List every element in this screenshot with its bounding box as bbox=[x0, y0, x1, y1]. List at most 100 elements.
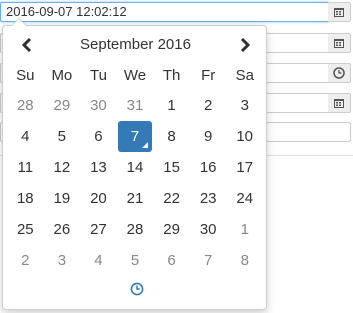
day-number: 23 bbox=[199, 190, 217, 207]
day-number: 28 bbox=[126, 221, 144, 238]
day-number: 18 bbox=[16, 190, 34, 207]
clock-icon bbox=[333, 67, 345, 79]
datetime-input[interactable]: 2016-09-07 12:02:12 bbox=[0, 2, 329, 22]
calendar-day[interactable]: 5 bbox=[44, 121, 81, 152]
calendar-day-other-month[interactable]: 29 bbox=[44, 90, 81, 121]
today-marker bbox=[142, 142, 149, 148]
calendar-week-row: 2 3 4 5 6 7 8 bbox=[7, 245, 263, 276]
day-number: 4 bbox=[94, 252, 103, 269]
calendar-day[interactable]: 21 bbox=[117, 183, 154, 214]
day-number: 29 bbox=[53, 97, 71, 114]
calendar-day[interactable]: 16 bbox=[190, 152, 227, 183]
day-number: 15 bbox=[163, 159, 180, 176]
calendar-day[interactable]: 23 bbox=[190, 183, 227, 214]
weekday-label: Mo bbox=[51, 67, 73, 84]
weekday-header: Su Mo Tu We Th Fr Sa bbox=[7, 64, 263, 88]
calendar-addon-button[interactable] bbox=[328, 2, 351, 22]
day-number: 2 bbox=[21, 252, 30, 269]
day-number: 1 bbox=[167, 97, 176, 114]
calendar-icon bbox=[334, 39, 344, 48]
day-number: 6 bbox=[94, 128, 103, 145]
calendar-day[interactable]: 30 bbox=[190, 214, 227, 245]
calendar-day[interactable]: 3 bbox=[226, 90, 263, 121]
calendar-day[interactable]: 14 bbox=[117, 152, 154, 183]
calendar-day[interactable]: 22 bbox=[153, 183, 190, 214]
calendar-addon-button-2[interactable] bbox=[328, 33, 351, 53]
day-number: 4 bbox=[21, 128, 30, 145]
calendar-day[interactable]: 26 bbox=[44, 214, 81, 245]
calendar-day[interactable]: 24 bbox=[226, 183, 263, 214]
day-number: 26 bbox=[53, 221, 71, 238]
day-number: 17 bbox=[236, 159, 254, 176]
calendar-day-other-month[interactable]: 7 bbox=[190, 245, 227, 276]
day-grid: 28 29 30 31 1 2 3 4 5 6 7 8 9 10 11 12 13 14 15 16 17 18 19 20 2… bbox=[7, 90, 263, 276]
day-number: 3 bbox=[57, 252, 67, 269]
calendar-icon bbox=[334, 99, 344, 108]
calendar-day[interactable]: 15 bbox=[153, 152, 190, 183]
calendar-day-other-month[interactable]: 28 bbox=[7, 90, 44, 121]
day-number: 22 bbox=[163, 190, 180, 207]
calendar-icon bbox=[334, 8, 344, 17]
calendar-day-other-month[interactable]: 4 bbox=[80, 245, 117, 276]
day-number: 13 bbox=[90, 159, 107, 176]
weekday-label: Su bbox=[16, 67, 35, 84]
calendar-day[interactable]: 6 bbox=[80, 121, 117, 152]
day-number: 30 bbox=[90, 97, 107, 114]
day-number: 11 bbox=[17, 159, 34, 176]
calendar-day-other-month[interactable]: 2 bbox=[7, 245, 44, 276]
next-month-button[interactable] bbox=[229, 34, 261, 56]
day-number: 7 bbox=[130, 128, 140, 145]
calendar-day-other-month[interactable]: 6 bbox=[153, 245, 190, 276]
clock-addon-button[interactable] bbox=[328, 63, 351, 83]
day-number: 2 bbox=[204, 97, 213, 114]
calendar-day[interactable]: 2 bbox=[190, 90, 227, 121]
day-number: 28 bbox=[16, 97, 34, 114]
calendar-addon-button-4[interactable] bbox=[328, 93, 351, 113]
calendar-day[interactable]: 8 bbox=[153, 121, 190, 152]
calendar-day[interactable]: 12 bbox=[44, 152, 81, 183]
month-title[interactable]: September 2016 bbox=[63, 34, 208, 56]
calendar-day[interactable]: 9 bbox=[190, 121, 227, 152]
calendar-week-row: 28 29 30 31 1 2 3 bbox=[7, 90, 263, 121]
calendar-day-other-month[interactable]: 1 bbox=[226, 214, 263, 245]
dropdown-arrow-fill bbox=[12, 19, 26, 26]
day-number: 10 bbox=[236, 128, 254, 145]
day-number: 30 bbox=[199, 221, 217, 238]
day-number: 19 bbox=[53, 190, 71, 207]
calendar-day[interactable]: 25 bbox=[7, 214, 44, 245]
calendar-day[interactable]: 18 bbox=[7, 183, 44, 214]
prev-month-button[interactable] bbox=[11, 34, 43, 56]
datetimepicker-dropdown: September 2016 Su Mo Tu We Th Fr Sa 28 29… bbox=[2, 18, 267, 310]
calendar-day[interactable]: 13 bbox=[80, 152, 117, 183]
day-number: 8 bbox=[167, 128, 176, 145]
calendar-day-selected[interactable]: 7 bbox=[117, 121, 153, 152]
day-number: 14 bbox=[126, 159, 144, 176]
calendar-day[interactable]: 19 bbox=[44, 183, 81, 214]
calendar-day[interactable]: 28 bbox=[117, 214, 154, 245]
calendar-day-other-month[interactable]: 3 bbox=[44, 245, 81, 276]
calendar-week-row: 25 26 27 28 29 30 1 bbox=[7, 214, 263, 245]
day-number: 31 bbox=[126, 97, 144, 114]
calendar-day-other-month[interactable]: 30 bbox=[80, 90, 117, 121]
calendar-week-row: 4 5 6 7 8 9 10 bbox=[7, 121, 263, 152]
day-number: 7 bbox=[204, 252, 213, 269]
calendar-day-other-month[interactable]: 5 bbox=[117, 245, 154, 276]
day-number: 29 bbox=[163, 221, 180, 238]
calendar-day[interactable]: 17 bbox=[226, 152, 263, 183]
calendar-day[interactable]: 20 bbox=[80, 183, 117, 214]
calendar-day[interactable]: 27 bbox=[80, 214, 117, 245]
day-number: 8 bbox=[240, 252, 249, 269]
calendar-day[interactable]: 11 bbox=[7, 152, 44, 183]
weekday-label: Fr bbox=[201, 67, 216, 84]
weekday-label: Tu bbox=[89, 67, 107, 84]
calendar-day[interactable]: 4 bbox=[7, 121, 44, 152]
calendar-day-other-month[interactable]: 31 bbox=[117, 90, 154, 121]
day-number: 12 bbox=[53, 159, 71, 176]
time-toggle-button[interactable] bbox=[127, 279, 147, 299]
day-number: 9 bbox=[203, 128, 213, 145]
calendar-day[interactable]: 29 bbox=[153, 214, 190, 245]
calendar-day-other-month[interactable]: 8 bbox=[226, 245, 263, 276]
chevron-right-icon bbox=[240, 38, 251, 52]
calendar-day[interactable]: 10 bbox=[226, 121, 263, 152]
calendar-day[interactable]: 1 bbox=[153, 90, 190, 121]
